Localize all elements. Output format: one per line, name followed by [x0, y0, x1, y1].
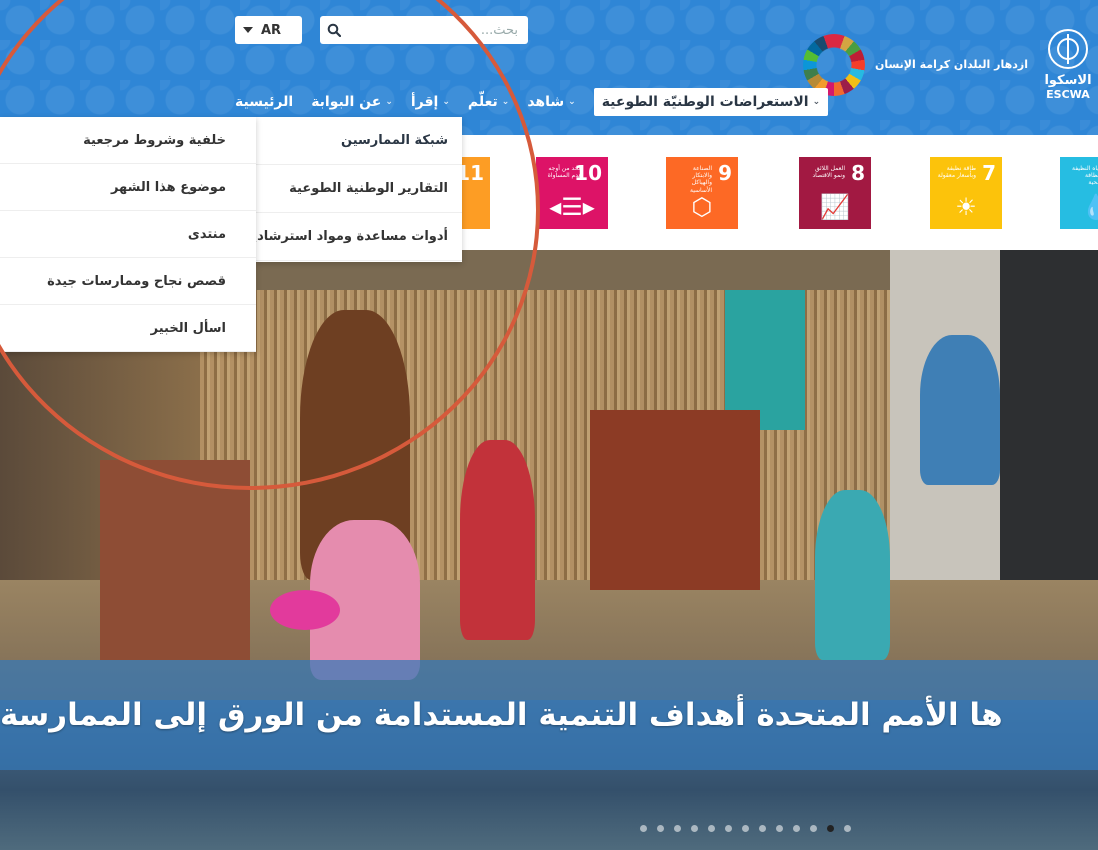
- sdg-wheel-logo[interactable]: [802, 33, 865, 96]
- hero-photo-basin: [270, 590, 340, 630]
- nav-item-label: تعلّم: [467, 94, 498, 110]
- menu-item-label: اسأل الخبير: [150, 320, 226, 336]
- menu-item-practitioners-network[interactable]: شبكة الممارسين: [255, 117, 462, 165]
- un-emblem-icon: [1048, 28, 1088, 69]
- nav-item-label: الاستعراضات الوطنيّة الطوعية: [601, 94, 809, 110]
- vnr-dropdown-menu: شبكة الممارسين التقارير الوطنية الطوعية …: [244, 117, 462, 262]
- sdg-tile-6[interactable]: المياه النظيفة والنظافة الصحية 💧: [1060, 157, 1098, 229]
- submenu-item-background[interactable]: خلفية وشروط مرجعية: [0, 117, 256, 164]
- menu-item-label: خلفية وشروط مرجعية: [83, 132, 226, 148]
- chevron-down-icon: ⌄: [385, 97, 393, 107]
- hero-photo-rug: [100, 460, 250, 660]
- growth-chart-icon: 📈: [820, 193, 850, 221]
- menu-item-label: أدوات مساعدة ومواد استرشادية: [244, 229, 448, 244]
- slider-dot[interactable]: [640, 825, 647, 832]
- sdg-tile-9[interactable]: 9 الصناعة والابتكار والهياكل الأساسية ⬡: [666, 157, 738, 229]
- un-logo-english: ESCWA: [1046, 87, 1090, 101]
- menu-item-guidance-tools[interactable]: أدوات مساعدة ومواد استرشادية: [244, 213, 462, 261]
- slider-dot[interactable]: [742, 825, 749, 832]
- nav-item-label: عن البوابة: [311, 94, 382, 110]
- sun-icon: ☀: [955, 193, 977, 221]
- hero-photo-child: [460, 440, 535, 640]
- slider-dot[interactable]: [657, 825, 664, 832]
- slider-dots: [640, 825, 851, 832]
- practitioners-submenu: خلفية وشروط مرجعية موضوع هذا الشهر منتدى…: [0, 117, 256, 352]
- slider-dot[interactable]: [810, 825, 817, 832]
- un-logo-arabic: الاسكوا: [1044, 72, 1092, 88]
- hero-photo-cloth: [590, 410, 760, 590]
- menu-item-label: التقارير الوطنية الطوعية: [289, 181, 448, 196]
- chevron-down-icon: ⌄: [442, 97, 450, 107]
- search-button[interactable]: [320, 16, 348, 44]
- submenu-item-ask-expert[interactable]: اسأل الخبير: [0, 305, 256, 352]
- un-escwa-logo[interactable]: الاسكوا ESCWA: [1038, 28, 1098, 101]
- search-icon: [327, 23, 341, 37]
- sdg-title: الحد من أوجه عدم المساواة: [547, 165, 582, 180]
- sdg-title: الصناعة والابتكار والهياكل الأساسية: [690, 165, 712, 194]
- nav-item-label: شاهد: [527, 94, 565, 110]
- sdg-number: 7: [982, 161, 996, 185]
- menu-item-label: شبكة الممارسين: [341, 133, 448, 148]
- slider-dot[interactable]: [759, 825, 766, 832]
- language-selector[interactable]: AR: [235, 16, 302, 44]
- slider-dot[interactable]: [691, 825, 698, 832]
- site-header: AR ازدهار البلدان كرامة الإنسان الاسكوا …: [0, 0, 1098, 135]
- nav-item-about[interactable]: ⌄ عن البوابة: [311, 94, 393, 110]
- equality-icon: ◂☰▸: [549, 193, 595, 221]
- tagline: ازدهار البلدان كرامة الإنسان: [874, 58, 1028, 71]
- submenu-item-topic-of-month[interactable]: موضوع هذا الشهر: [0, 164, 256, 211]
- sdg-number: 9: [718, 161, 732, 185]
- menu-item-label: منتدى: [187, 226, 226, 242]
- sdg-tile-10[interactable]: 10 الحد من أوجه عدم المساواة ◂☰▸: [536, 157, 608, 229]
- caret-down-icon: [243, 27, 253, 33]
- hero-photo-woman: [920, 335, 1000, 485]
- sdg-title: العمل اللائق ونمو الاقتصاد: [812, 165, 845, 180]
- slider-dot[interactable]: [674, 825, 681, 832]
- submenu-item-success-stories[interactable]: قصص نجاح وممارسات جيدة: [0, 258, 256, 305]
- search-box: [320, 16, 528, 44]
- search-input[interactable]: [348, 18, 528, 42]
- hero-photo-shade: [1000, 250, 1098, 580]
- sdg-tile-7[interactable]: 7 طاقة نظيفة وبأسعار معقولة ☀: [930, 157, 1002, 229]
- logo-group: ازدهار البلدان كرامة الإنسان الاسكوا ESC…: [802, 22, 1098, 107]
- slider-dot[interactable]: [776, 825, 783, 832]
- hero-caption-banner: ها الأمم المتحدة أهداف التنمية المستدامة…: [0, 660, 1098, 770]
- chevron-down-icon: ⌄: [568, 97, 576, 107]
- submenu-item-forum[interactable]: منتدى: [0, 211, 256, 258]
- nav-item-watch[interactable]: ⌄ شاهد: [527, 94, 575, 110]
- slider-dot[interactable]: [708, 825, 715, 832]
- menu-item-national-reports[interactable]: التقارير الوطنية الطوعية: [255, 165, 462, 213]
- sdg-tile-8[interactable]: 8 العمل اللائق ونمو الاقتصاد 📈: [799, 157, 871, 229]
- nav-item-label: الرئيسية: [235, 94, 294, 110]
- sdg-title: المياه النظيفة والنظافة الصحية: [1072, 165, 1098, 187]
- slider-dot[interactable]: [793, 825, 800, 832]
- hero-caption: ها الأمم المتحدة أهداف التنمية المستدامة…: [0, 697, 1003, 733]
- hero-photo-child: [815, 490, 890, 660]
- cubes-icon: ⬡: [691, 193, 713, 221]
- chevron-down-icon: ⌄: [812, 97, 821, 107]
- menu-item-label: قصص نجاح وممارسات جيدة: [47, 273, 226, 289]
- nav-item-vnr[interactable]: ⌄ الاستعراضات الوطنيّة الطوعية: [593, 88, 829, 116]
- slider-dot[interactable]: [827, 825, 834, 832]
- menu-item-label: موضوع هذا الشهر: [110, 179, 226, 195]
- language-label: AR: [261, 22, 282, 38]
- sdg-number: 8: [851, 161, 865, 185]
- nav-item-home[interactable]: الرئيسية: [235, 94, 293, 110]
- nav-item-read[interactable]: ⌄ إقرأ: [411, 94, 450, 110]
- hero-photo-cloth: [725, 290, 805, 430]
- nav-item-label: إقرأ: [410, 94, 439, 110]
- nav-item-learn[interactable]: ⌄ تعلّم: [468, 94, 509, 110]
- slider-dot[interactable]: [725, 825, 732, 832]
- slider-dot[interactable]: [844, 825, 851, 832]
- water-icon: 💧: [1081, 193, 1098, 221]
- sdg-title: طاقة نظيفة وبأسعار معقولة: [937, 165, 976, 180]
- chevron-down-icon: ⌄: [501, 97, 510, 107]
- main-nav: الرئيسية ⌄ عن البوابة ⌄ إقرأ ⌄ تعلّم ⌄ ش…: [235, 88, 829, 116]
